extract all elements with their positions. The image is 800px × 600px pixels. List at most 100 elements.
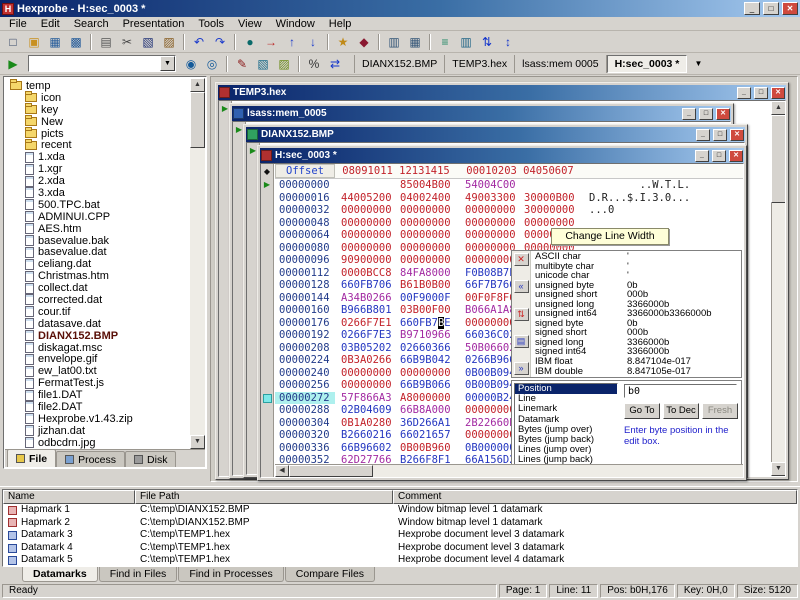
minimize-button[interactable]: _ xyxy=(737,86,751,99)
window-titlebar[interactable]: H:sec_0003 * _ □ ✕ xyxy=(260,148,744,163)
menu-presentation[interactable]: Presentation xyxy=(116,17,192,31)
panel-tab-file[interactable]: File xyxy=(7,449,57,467)
menu-help[interactable]: Help xyxy=(322,17,359,31)
inspector-row[interactable]: IBM double 8.847105e-017 xyxy=(535,366,741,376)
go-to-button[interactable]: Go To xyxy=(624,403,660,419)
doc-tab-temp3-hex[interactable]: TEMP3.hex xyxy=(445,54,516,73)
swap-bytes-icon[interactable]: ⇄ xyxy=(325,54,345,73)
window-titlebar[interactable]: lsass:mem_0005 _ □ ✕ xyxy=(232,106,731,121)
column-header-comment[interactable]: Comment xyxy=(393,490,797,504)
paste-icon[interactable]: ▨ xyxy=(159,32,179,51)
play-icon[interactable]: ▶ xyxy=(236,125,242,134)
menu-edit[interactable]: Edit xyxy=(34,17,67,31)
minimize-button[interactable]: _ xyxy=(695,149,709,162)
tree-item[interactable]: odbcdrn.jpg xyxy=(10,437,189,449)
close-button[interactable]: ✕ xyxy=(730,128,744,141)
bottom-tab-find-in-files[interactable]: Find in Files xyxy=(98,567,178,582)
address-combo[interactable]: ▼ xyxy=(28,55,176,72)
column-mode-icon[interactable]: ▥ xyxy=(456,32,476,51)
datamark-row[interactable]: Datamark 3 C:\temp\TEMP1.hex Hexprobe docu… xyxy=(3,529,797,542)
tree-item[interactable]: jizhan.dat xyxy=(10,425,189,437)
maximize-button[interactable]: □ xyxy=(713,128,727,141)
scroll-down-icon[interactable]: ▼ xyxy=(190,435,205,449)
tree-item[interactable]: basevalue.bak xyxy=(10,235,189,247)
undo-icon[interactable]: ↶ xyxy=(189,32,209,51)
inspector-byte-order-icon[interactable]: ⇅ xyxy=(513,307,529,321)
minimize-button[interactable]: _ xyxy=(696,128,710,141)
datamark-icon[interactable]: ◆ xyxy=(354,32,374,51)
tree-item[interactable]: celiang.dat xyxy=(10,258,189,270)
vertical-scrollbar[interactable]: ▲ ▼ xyxy=(771,101,785,476)
scroll-left-icon[interactable]: ◀ xyxy=(275,465,289,477)
play-icon[interactable]: ▶ xyxy=(250,146,256,155)
close-button[interactable]: ✕ xyxy=(716,107,730,120)
hex-row[interactable]: 00000048 00000000 00000000 00000000 00000000 xyxy=(275,217,743,230)
doc-tab-lsass-mem-0005[interactable]: lsass:mem 0005 xyxy=(515,54,607,73)
scroll-down-icon[interactable]: ▼ xyxy=(771,462,785,476)
datamark-row[interactable]: Hapmark 1 C:\temp\DIANX152.BMP Window bitm… xyxy=(3,504,797,517)
menu-window[interactable]: Window xyxy=(269,17,322,31)
tree-item[interactable]: ADMINUI.CPP xyxy=(10,211,189,223)
window-list-chevron-icon[interactable]: ▼ xyxy=(688,54,709,73)
tree-item[interactable]: temp xyxy=(10,79,189,92)
tree-item[interactable]: picts xyxy=(10,127,189,140)
column-header-name[interactable]: Name xyxy=(3,490,135,504)
tree-item[interactable]: 3.xda xyxy=(10,187,189,199)
tree-item[interactable]: 2.xda xyxy=(10,175,189,187)
scroll-up-icon[interactable]: ▲ xyxy=(771,101,785,115)
select-block-icon[interactable]: ▧ xyxy=(253,54,273,73)
tree-item[interactable]: file1.DAT xyxy=(10,389,189,401)
zoom-out-icon[interactable]: ◎ xyxy=(202,54,222,73)
tree-item[interactable]: envelope.gif xyxy=(10,353,189,365)
menu-search[interactable]: Search xyxy=(67,17,116,31)
play-icon[interactable]: ▶ xyxy=(264,180,270,189)
tree-item[interactable]: 500.TPC.bat xyxy=(10,199,189,211)
inspector-close-icon[interactable]: ✕ xyxy=(513,253,529,266)
tree-item[interactable]: DIANX152.BMP xyxy=(10,330,189,342)
fresh-button[interactable]: Fresh xyxy=(702,403,738,419)
fill-icon[interactable]: ▨ xyxy=(274,54,294,73)
maximize-button[interactable]: □ xyxy=(699,107,713,120)
tree-item[interactable]: diskagat.msc xyxy=(10,342,189,354)
goto-bottom-icon[interactable]: ↓ xyxy=(303,32,323,51)
tree-scrollbar[interactable]: ▲ ▼ xyxy=(190,78,205,449)
inspector-row[interactable]: IBM float 8.847104e-017 xyxy=(535,357,741,367)
close-button[interactable]: ✕ xyxy=(782,2,798,15)
menu-view[interactable]: View xyxy=(231,17,269,31)
scroll-thumb[interactable] xyxy=(771,115,785,203)
tree-item[interactable]: Hexprobe.v1.43.zip xyxy=(10,413,189,425)
horizontal-scrollbar[interactable]: ◀ xyxy=(275,464,743,477)
maximize-button[interactable]: □ xyxy=(712,149,726,162)
tree-item[interactable]: recent xyxy=(10,138,189,151)
hex-row[interactable]: 00000032 00000000 00000000 00000000 30000000… xyxy=(275,204,743,217)
datamark-row[interactable]: Datamark 4 C:\temp\TEMP1.hex Hexprobe docu… xyxy=(3,542,797,555)
datamark-row[interactable]: Datamark 5 C:\temp\TEMP1.hex Hexprobe docu… xyxy=(3,554,797,566)
bottom-tab-datamarks[interactable]: Datamarks xyxy=(22,567,98,582)
tree-item[interactable]: key xyxy=(10,103,189,116)
goto-top-icon[interactable]: ↑ xyxy=(282,32,302,51)
tree-item[interactable]: 1.xda xyxy=(10,151,189,163)
print-icon[interactable]: ▤ xyxy=(96,32,116,51)
jump-down-icon[interactable]: ↕ xyxy=(498,32,518,51)
tree-item[interactable]: AES.htm xyxy=(10,223,189,235)
doc-tab-dianx152-bmp[interactable]: DIANX152.BMP xyxy=(355,54,446,73)
inspector-prev-icon[interactable]: « xyxy=(513,280,529,294)
maximize-button[interactable]: □ xyxy=(763,2,779,15)
redo-icon[interactable]: ↷ xyxy=(210,32,230,51)
minimize-button[interactable]: _ xyxy=(682,107,696,120)
minimize-button[interactable]: _ xyxy=(744,2,760,15)
doc-tab-h-sec_0003-[interactable]: H:sec_0003 * xyxy=(606,54,688,73)
titlebar[interactable]: H Hexprobe - H:sec_0003 * _ □ ✕ xyxy=(0,0,800,17)
play-icon[interactable]: ▶ xyxy=(222,104,228,113)
hex-editor-window[interactable]: H:sec_0003 * _ □ ✕ ◆ ▶ Offset 08091011 1… xyxy=(257,145,747,481)
maximize-button[interactable]: □ xyxy=(754,86,768,99)
window-cascade-icon[interactable]: ▥ xyxy=(384,32,404,51)
tree-item[interactable]: cour.tif xyxy=(10,306,189,318)
inspector-settings-icon[interactable]: ▤ xyxy=(513,334,529,348)
close-button[interactable]: ✕ xyxy=(771,86,785,99)
bottom-tab-compare-files[interactable]: Compare Files xyxy=(284,567,376,582)
tree-item[interactable]: New xyxy=(10,115,189,128)
hex-row[interactable]: 00000016 44005200 04002400 49003300 30000B00… xyxy=(275,192,743,205)
tree-item[interactable]: collect.dat xyxy=(10,282,189,294)
tree-item[interactable]: corrected.dat xyxy=(10,294,189,306)
